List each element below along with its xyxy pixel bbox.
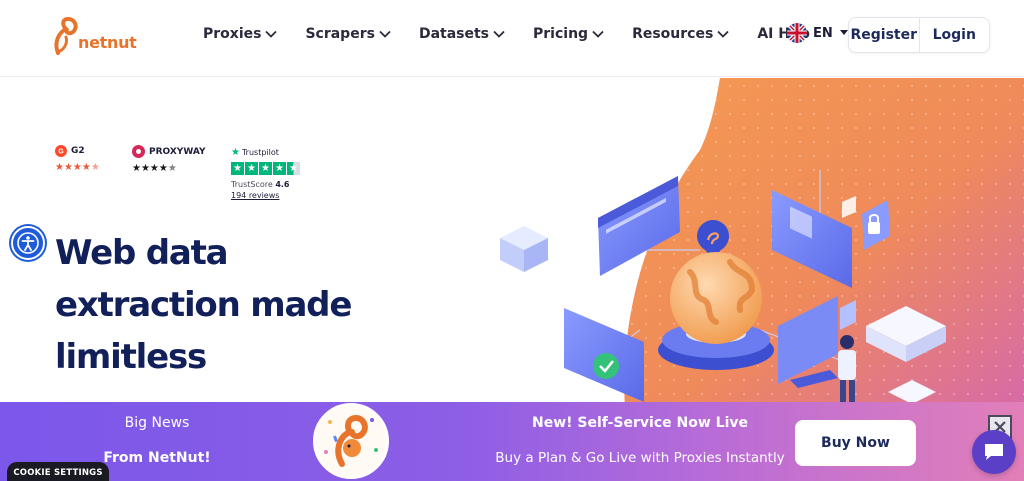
trustpilot-rating[interactable]: ★ Trustpilot ★ ★ ★ ★ ★ TrustScore 4.6 19…: [231, 147, 300, 200]
language-code: EN: [813, 25, 833, 41]
chevron-down-icon: [592, 30, 604, 38]
hero-headline: Web data extraction made limitless: [55, 227, 415, 383]
nav-pricing[interactable]: Pricing: [533, 24, 604, 44]
svg-text:G: G: [58, 149, 64, 156]
buy-now-button[interactable]: Buy Now: [795, 420, 916, 466]
headline-line: extraction made: [55, 285, 352, 325]
banner-big-news: Big News: [124, 415, 190, 431]
nav-label: Resources: [632, 26, 714, 42]
nav-scrapers[interactable]: Scrapers: [305, 24, 391, 44]
trustscore-label: TrustScore: [231, 180, 273, 189]
g2-logo-icon: G: [55, 145, 67, 157]
chevron-down-icon: [265, 30, 278, 38]
headline-line: limitless: [55, 337, 207, 377]
trustpilot-star-icon: ★: [231, 147, 240, 158]
chevron-down-icon: [493, 30, 505, 38]
star-icon: ★: [273, 162, 286, 175]
nav-label: Datasets: [418, 26, 490, 42]
trustpilot-name: Trustpilot: [241, 148, 279, 157]
g2-name: G2: [71, 146, 85, 156]
trustpilot-stars: ★ ★ ★ ★ ★: [231, 162, 300, 175]
nav-datasets[interactable]: Datasets: [419, 24, 505, 44]
nav-resources[interactable]: Resources: [632, 24, 729, 44]
reviews-link[interactable]: 194 reviews: [231, 191, 300, 200]
main-nav: Proxies Scrapers Datasets Pricing Resour…: [203, 24, 838, 44]
accessibility-button[interactable]: [11, 226, 45, 260]
g2-header: G G2: [55, 145, 100, 157]
netnut-logo[interactable]: netnut: [52, 17, 137, 57]
accessibility-icon: [17, 232, 39, 254]
language-selector[interactable]: EN: [787, 23, 849, 43]
chat-button[interactable]: [972, 430, 1016, 474]
nav-proxies[interactable]: Proxies: [203, 24, 278, 44]
logo-wordmark: netnut: [78, 33, 137, 52]
proxyway-stars: ★★★★★: [132, 163, 177, 174]
banner-from: From NetNut!: [103, 450, 211, 466]
nav-label: Scrapers: [305, 26, 375, 42]
trustscore-value: 4.6: [275, 180, 290, 189]
chevron-down-icon: [717, 30, 729, 38]
half-star-icon: ★: [287, 162, 300, 175]
squirrel-mascot: [313, 403, 389, 479]
uk-flag-icon: [787, 23, 807, 43]
star-icon: ★: [231, 162, 244, 175]
banner-new-service: New! Self-Service Now Live: [532, 415, 748, 431]
chevron-down-icon: [379, 30, 391, 38]
register-button[interactable]: Register: [849, 18, 920, 52]
nav-label: Pricing: [533, 26, 589, 42]
banner-subtitle: Buy a Plan & Go Live with Proxies Instan…: [495, 450, 785, 466]
g2-rating[interactable]: G G2 ★★★★★: [55, 145, 100, 173]
star-icon: ★: [245, 162, 258, 175]
chat-bubble-icon: [985, 444, 1003, 460]
trustpilot-header: ★ Trustpilot: [231, 147, 300, 158]
trustscore: TrustScore 4.6: [231, 180, 300, 189]
login-button[interactable]: Login: [920, 18, 990, 52]
g2-stars: ★★★★★: [55, 162, 100, 173]
cookie-settings-button[interactable]: COOKIE SETTINGS: [7, 462, 109, 481]
headline-line: Web data: [55, 233, 229, 273]
proxyway-name: PROXYWAY: [149, 146, 206, 157]
proxyway-header: PROXYWAY: [132, 145, 205, 158]
site-header: netnut Proxies Scrapers Datasets Pricing…: [0, 0, 1024, 77]
nav-label: Proxies: [203, 26, 262, 42]
proxyway-logo-icon: [132, 145, 145, 158]
proxyway-rating[interactable]: PROXYWAY ★★★★★: [132, 145, 205, 174]
squirrel-icon: [324, 414, 378, 467]
auth-buttons: Register Login: [848, 17, 990, 53]
star-icon: ★: [259, 162, 272, 175]
